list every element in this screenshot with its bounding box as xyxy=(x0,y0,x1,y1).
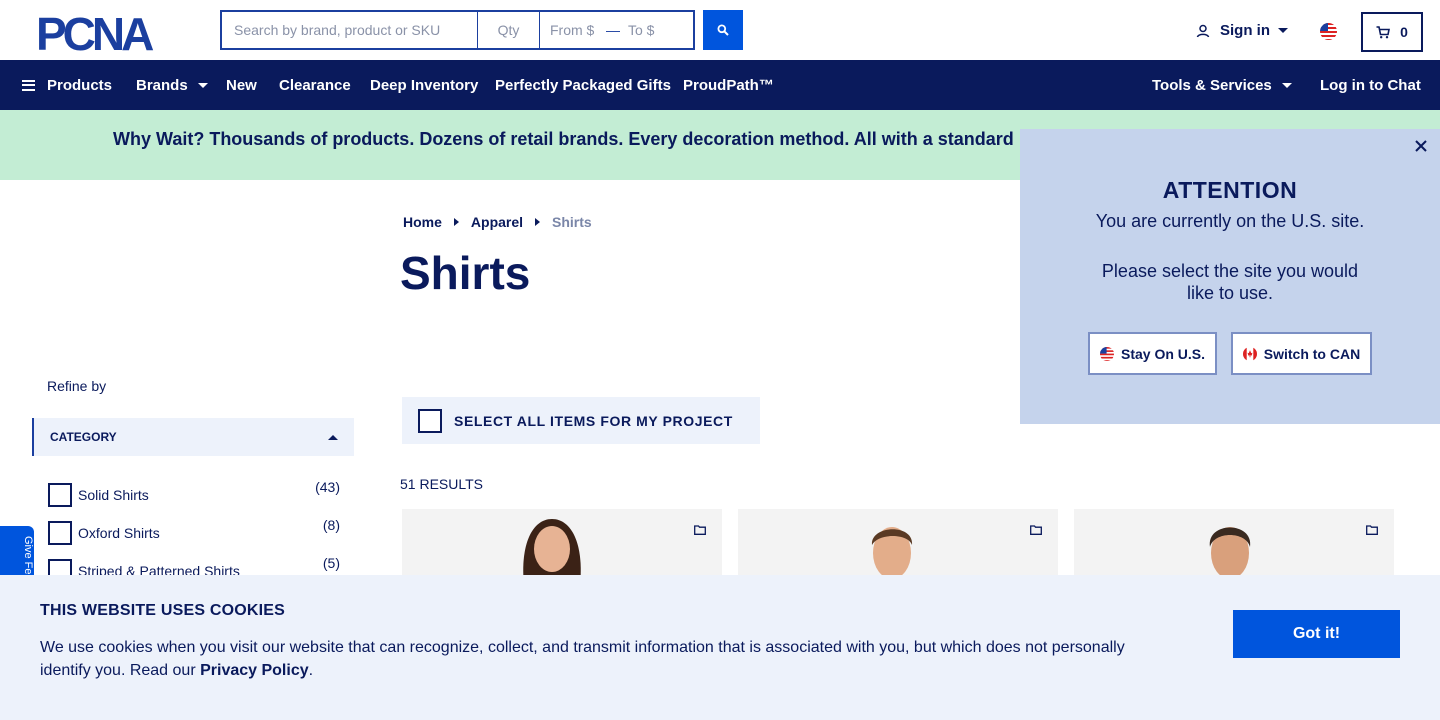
search-icon xyxy=(717,24,729,36)
chevron-right-icon xyxy=(535,218,541,226)
category-label: CATEGORY xyxy=(50,430,117,444)
cookie-banner: THIS WEBSITE USES COOKIES We use cookies… xyxy=(0,575,1440,720)
category-item-count: (43) xyxy=(315,479,340,495)
category-item-label: Solid Shirts xyxy=(78,487,149,503)
canada-flag-icon xyxy=(1242,346,1257,361)
privacy-policy-link[interactable]: Privacy Policy xyxy=(200,662,309,679)
qty-input[interactable] xyxy=(478,10,540,50)
search-button[interactable] xyxy=(703,10,743,50)
cart-button[interactable]: 0 xyxy=(1361,12,1423,52)
select-all-items[interactable]: SELECT ALL ITEMS FOR MY PROJECT xyxy=(402,397,760,444)
chevron-right-icon xyxy=(453,218,459,226)
folder-icon[interactable] xyxy=(1030,525,1042,535)
results-count: 51 RESULTS xyxy=(400,476,483,492)
us-flag-icon xyxy=(1099,346,1114,361)
price-range: — xyxy=(540,10,695,50)
cart-count: 0 xyxy=(1400,24,1408,40)
chevron-down-icon xyxy=(197,82,208,88)
breadcrumb-current: Shirts xyxy=(552,214,592,230)
pcna-logo[interactable]: PCNA xyxy=(36,12,184,52)
nav-chat[interactable]: Log in to Chat xyxy=(1320,60,1421,110)
search-input[interactable] xyxy=(220,10,478,50)
price-dash: — xyxy=(606,22,620,38)
user-icon xyxy=(1196,24,1210,37)
folder-icon[interactable] xyxy=(1366,525,1378,535)
select-all-checkbox[interactable] xyxy=(418,408,442,433)
main-nav: Products Brands New Clearance Deep Inven… xyxy=(0,60,1440,110)
nav-tools-services[interactable]: Tools & Services xyxy=(1152,60,1292,110)
nav-brands[interactable]: Brands xyxy=(136,60,208,110)
close-icon[interactable] xyxy=(1412,137,1430,155)
nav-gifts[interactable]: Perfectly Packaged Gifts xyxy=(495,60,671,110)
switch-can-button[interactable]: Switch to CAN xyxy=(1231,332,1372,375)
sign-in-label: Sign in xyxy=(1220,22,1270,39)
nav-tools-label: Tools & Services xyxy=(1152,76,1272,94)
nav-brands-label: Brands xyxy=(136,76,188,94)
sign-in-menu[interactable]: Sign in xyxy=(1196,22,1288,39)
popup-title: ATTENTION xyxy=(1162,177,1298,203)
nav-products[interactable]: Products xyxy=(22,60,112,110)
promo-text: Why Wait? Thousands of products. Dozens … xyxy=(113,129,1014,149)
chevron-up-icon xyxy=(328,435,338,440)
popup-instruction: Please select the site you would like to… xyxy=(1101,261,1359,303)
checkbox[interactable] xyxy=(48,483,72,507)
chevron-down-icon xyxy=(1281,82,1292,88)
site-selector-popup: ATTENTION You are currently on the U.S. … xyxy=(1020,129,1440,424)
nav-new[interactable]: New xyxy=(226,60,257,110)
cookie-text: We use cookies when you visit our websit… xyxy=(40,636,1150,682)
stay-us-label: Stay On U.S. xyxy=(1120,345,1206,362)
nav-clearance[interactable]: Clearance xyxy=(279,60,351,110)
nav-deep-inventory[interactable]: Deep Inventory xyxy=(370,60,478,110)
category-item[interactable]: Solid Shirts (43) xyxy=(48,479,340,507)
breadcrumb: Home Apparel Shirts xyxy=(403,214,592,230)
chevron-down-icon xyxy=(1278,28,1288,33)
menu-icon xyxy=(22,79,35,91)
switch-can-label: Switch to CAN xyxy=(1263,345,1361,362)
us-flag-icon[interactable] xyxy=(1320,23,1337,40)
checkbox[interactable] xyxy=(48,521,72,545)
stay-us-button[interactable]: Stay On U.S. xyxy=(1088,332,1217,375)
breadcrumb-home[interactable]: Home xyxy=(403,214,442,230)
category-item-label: Oxford Shirts xyxy=(78,525,160,541)
nav-products-label: Products xyxy=(47,76,113,94)
category-item-count: (5) xyxy=(322,555,340,571)
search-bar: — xyxy=(220,10,695,50)
refine-label: Refine by xyxy=(47,378,107,394)
cart-icon xyxy=(1376,25,1391,38)
cookie-title: THIS WEBSITE USES COOKIES xyxy=(40,602,286,619)
accept-cookies-button[interactable]: Got it! xyxy=(1233,610,1400,658)
folder-icon[interactable] xyxy=(694,525,706,535)
category-item[interactable]: Oxford Shirts (8) xyxy=(48,517,340,545)
svg-text:PCNA: PCNA xyxy=(36,12,153,52)
cookie-end: . xyxy=(308,662,314,679)
site-header: PCNA — Sign in xyxy=(0,0,1440,60)
price-from-input[interactable] xyxy=(550,22,602,38)
select-all-label: SELECT ALL ITEMS FOR MY PROJECT xyxy=(454,412,733,429)
category-item-count: (8) xyxy=(322,517,340,533)
popup-current-site: You are currently on the U.S. site. xyxy=(1095,211,1365,231)
price-to-input[interactable] xyxy=(628,22,680,38)
page-title: Shirts xyxy=(400,247,531,299)
breadcrumb-apparel[interactable]: Apparel xyxy=(471,214,523,230)
category-filter-toggle[interactable]: CATEGORY xyxy=(32,418,354,456)
nav-proudpath[interactable]: ProudPath™ xyxy=(683,60,774,110)
